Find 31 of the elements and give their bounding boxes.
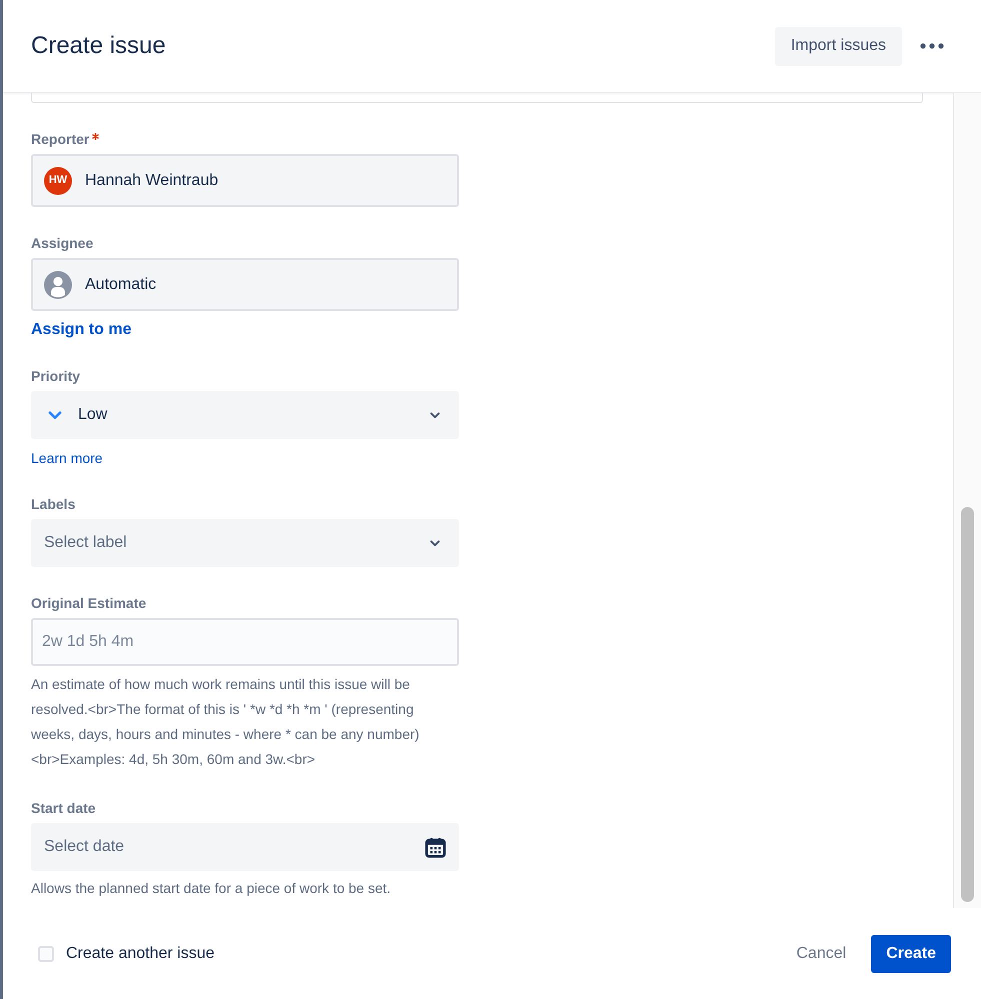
chevron-down-icon bbox=[430, 412, 440, 418]
text-input-field[interactable]: 2w 1d 5h 4m bbox=[31, 618, 459, 666]
input-field[interactable] bbox=[31, 93, 923, 103]
select-field[interactable]: Select label bbox=[31, 519, 459, 567]
help-text: Allows the planned start date for a piece of work to be set. bbox=[31, 879, 392, 898]
checkbox-label: Create another issue bbox=[66, 944, 215, 964]
field-label: Reporter bbox=[31, 130, 90, 149]
create-button[interactable]: Create bbox=[871, 934, 951, 972]
dialog-title: Create issue bbox=[31, 31, 167, 61]
person-avatar-icon bbox=[44, 270, 72, 298]
field-label: Assignee bbox=[31, 234, 94, 253]
learn-more-link[interactable]: Learn more bbox=[31, 448, 103, 468]
cancel-button[interactable]: Cancel bbox=[784, 934, 858, 972]
assign-link[interactable]: Assign to me bbox=[31, 320, 132, 340]
scrollbar-thumb[interactable] bbox=[961, 507, 974, 902]
field-label: Labels bbox=[31, 495, 76, 514]
user-avatar: HW bbox=[44, 166, 72, 194]
help-text: An estimate of how much work remains until this issue will be resolved.<br>The format of this is ' *w *d *h *m ' (representing weeks, days, hours and minutes - where * can be any number)<br>Examples: 4d, 5h 30m, 60m and 3w.<br> bbox=[31, 675, 420, 769]
checkbox[interactable] bbox=[38, 946, 54, 962]
import-issues-button[interactable]: Import issues bbox=[774, 26, 902, 66]
user-picker-field[interactable]: Automatic bbox=[31, 258, 459, 311]
more-icon bbox=[920, 43, 944, 49]
priority-select-field[interactable]: Low bbox=[31, 391, 459, 439]
user-picker-field[interactable]: HW Hannah Weintraub bbox=[31, 154, 459, 207]
calendar-icon bbox=[425, 836, 446, 858]
field-label: Start date bbox=[31, 799, 96, 818]
chevron-down-icon bbox=[48, 410, 62, 420]
field-label: Priority bbox=[31, 367, 80, 386]
date-picker-field[interactable]: Select date bbox=[31, 823, 459, 871]
field-label: Original Estimate bbox=[31, 594, 146, 613]
chevron-down-icon bbox=[430, 540, 440, 546]
